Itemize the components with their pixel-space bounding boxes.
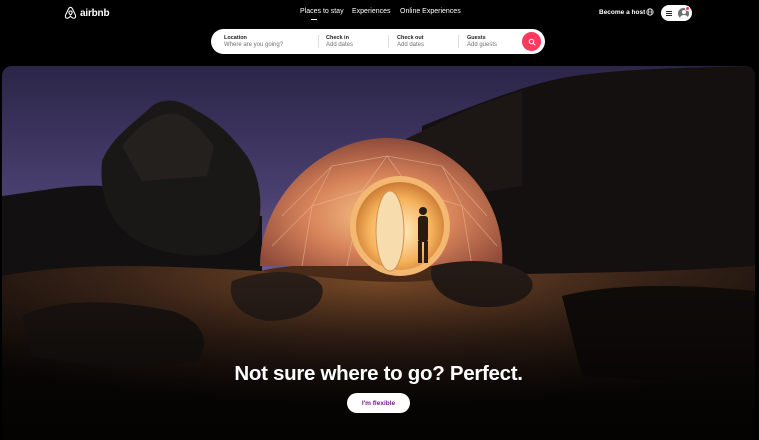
top-navigation-bar: airbnb Places to stay Experiences Online…: [0, 0, 759, 66]
check-out-value: Add dates: [397, 42, 425, 48]
guests-value: Add guests: [467, 42, 498, 48]
location-input[interactable]: Where are you going?: [224, 41, 283, 50]
search-button[interactable]: [522, 32, 541, 51]
guests-field[interactable]: Guests Add guests: [467, 35, 497, 50]
brand-name: airbnb: [80, 7, 110, 19]
check-in-field[interactable]: Check in Add dates: [326, 35, 353, 50]
airbnb-logo[interactable]: airbnb: [64, 5, 110, 21]
search-icon: [528, 38, 536, 46]
globe-icon[interactable]: [646, 8, 654, 16]
location-field[interactable]: Location Where are you going?: [224, 35, 283, 50]
tab-places-to-stay[interactable]: Places to stay: [300, 8, 344, 15]
become-a-host-link[interactable]: Become a host: [599, 9, 645, 16]
notification-badge: [685, 6, 690, 11]
im-flexible-button[interactable]: I'm flexible: [347, 393, 410, 413]
im-flexible-label: I'm flexible: [361, 399, 396, 407]
tab-experiences[interactable]: Experiences: [352, 8, 391, 15]
tab-online-experiences[interactable]: Online Experiences: [400, 8, 461, 15]
airbnb-logo-icon: [64, 6, 77, 19]
hero-banner: Not sure where to go? Perfect. I'm flexi…: [2, 66, 755, 440]
search-divider: [388, 35, 389, 48]
check-out-field[interactable]: Check out Add dates: [397, 35, 424, 50]
active-tab-indicator: [311, 19, 317, 20]
check-in-value: Add dates: [326, 42, 354, 48]
user-menu-button[interactable]: [661, 5, 692, 21]
search-divider: [458, 35, 459, 48]
hamburger-menu-icon: [666, 10, 672, 16]
search-bar: Location Where are you going? Check in A…: [211, 29, 545, 54]
hero-title: Not sure where to go? Perfect.: [234, 362, 523, 385]
search-divider: [318, 35, 319, 48]
